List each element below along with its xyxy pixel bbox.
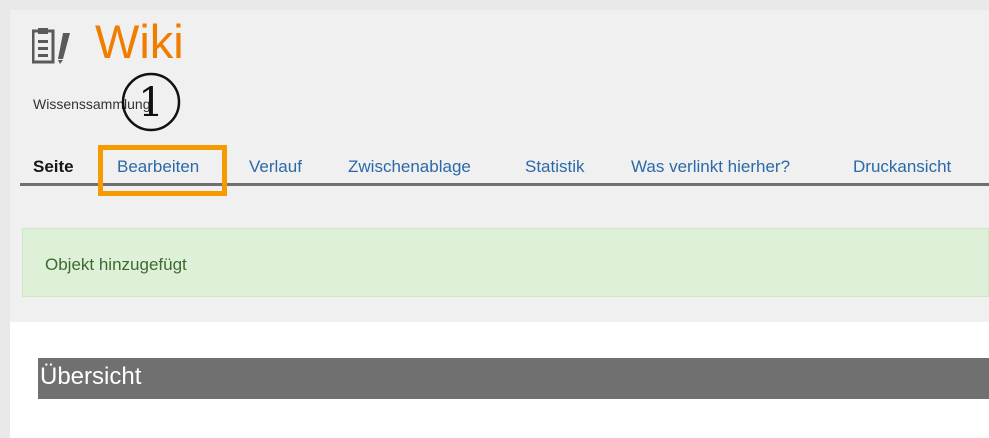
step-number: 1	[138, 80, 163, 126]
app-title: Wiki	[95, 15, 184, 68]
tab-seite[interactable]: Seite	[33, 157, 74, 177]
tab-verlauf[interactable]: Verlauf	[249, 157, 302, 177]
wiki-document-icon	[32, 28, 70, 64]
tab-statistik[interactable]: Statistik	[525, 157, 585, 177]
section-header: Übersicht	[38, 358, 989, 399]
highlight-box-bearbeiten	[98, 145, 227, 196]
tab-was-verlinkt-hierher[interactable]: Was verlinkt hierher?	[631, 157, 790, 177]
content-area: Übersicht	[10, 322, 989, 438]
success-message-text: Objekt hinzugefügt	[45, 255, 187, 274]
success-message: Objekt hinzugefügt	[22, 228, 989, 297]
section-title: Übersicht	[40, 363, 142, 390]
tab-zwischenablage[interactable]: Zwischenablage	[348, 157, 471, 177]
tab-druckansicht[interactable]: Druckansicht	[853, 157, 951, 177]
step-marker-1: 1	[121, 72, 181, 132]
